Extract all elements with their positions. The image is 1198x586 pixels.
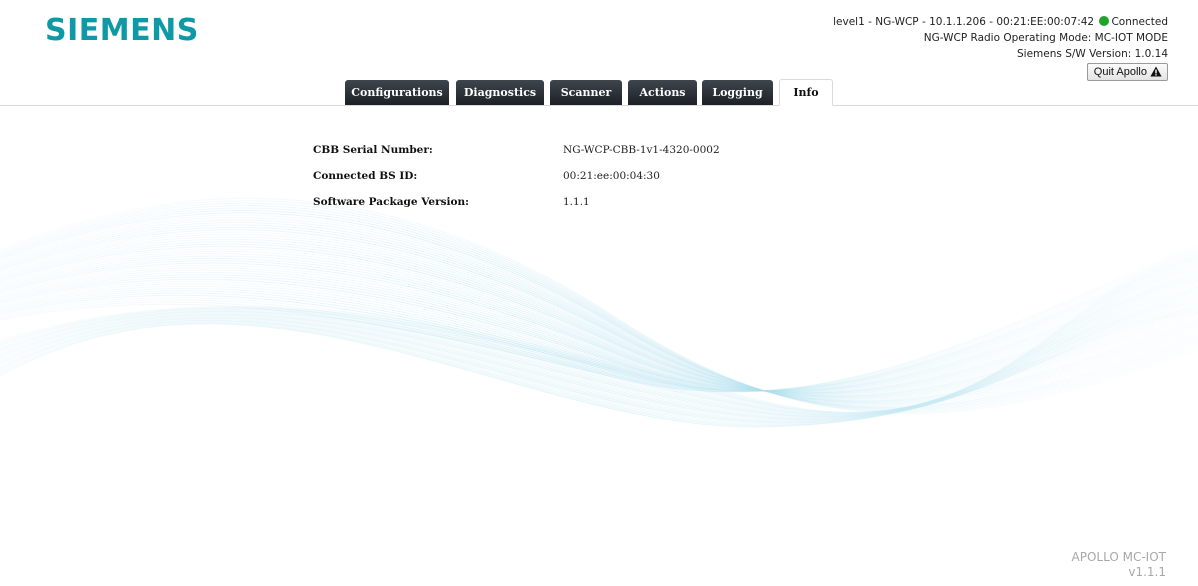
info-row-bs-id: Connected BS ID: 00:21:ee:00:04:30 (0, 170, 1198, 186)
software-package-value: 1.1.1 (563, 196, 590, 208)
tab-logging[interactable]: Logging (702, 80, 773, 105)
status-block: level1 - NG-WCP - 10.1.1.206 - 00:21:EE:… (833, 14, 1168, 81)
tab-diagnostics[interactable]: Diagnostics (456, 80, 544, 105)
siemens-logo: SIEMENS (45, 13, 199, 48)
tab-info[interactable]: Info (779, 79, 833, 106)
tab-scanner[interactable]: Scanner (550, 80, 622, 105)
connection-line: level1 - NG-WCP - 10.1.1.206 - 00:21:EE:… (833, 14, 1168, 30)
connection-info: level1 - NG-WCP - 10.1.1.206 - 00:21:EE:… (833, 16, 1095, 28)
tab-actions[interactable]: Actions (628, 80, 697, 105)
warning-icon (1150, 66, 1162, 77)
cbb-serial-label: CBB Serial Number: (313, 144, 433, 156)
quit-apollo-label: Quit Apollo (1093, 66, 1147, 78)
info-row-serial: CBB Serial Number: NG-WCP-CBB-1v1-4320-0… (0, 144, 1198, 160)
tab-divider (0, 105, 1198, 106)
product-name: APOLLO MC-IOT (1071, 550, 1166, 564)
tab-bar: Configurations Diagnostics Scanner Actio… (0, 79, 1198, 107)
connected-bs-id-value: 00:21:ee:00:04:30 (563, 170, 660, 182)
connection-status: Connected (1111, 16, 1168, 28)
connected-bs-id-label: Connected BS ID: (313, 170, 418, 182)
tab-configurations[interactable]: Configurations (345, 80, 449, 105)
product-footer: APOLLO MC-IOT v1.1.1 (1072, 550, 1166, 580)
sw-version: Siemens S/W Version: 1.0.14 (1017, 48, 1168, 60)
product-version: v1.1.1 (1128, 565, 1166, 579)
status-dot-icon (1099, 16, 1110, 26)
info-row-software: Software Package Version: 1.1.1 (0, 196, 1198, 212)
operating-mode: NG-WCP Radio Operating Mode: MC-IOT MODE (923, 32, 1168, 44)
cbb-serial-value: NG-WCP-CBB-1v1-4320-0002 (563, 144, 720, 156)
software-package-label: Software Package Version: (313, 196, 470, 208)
